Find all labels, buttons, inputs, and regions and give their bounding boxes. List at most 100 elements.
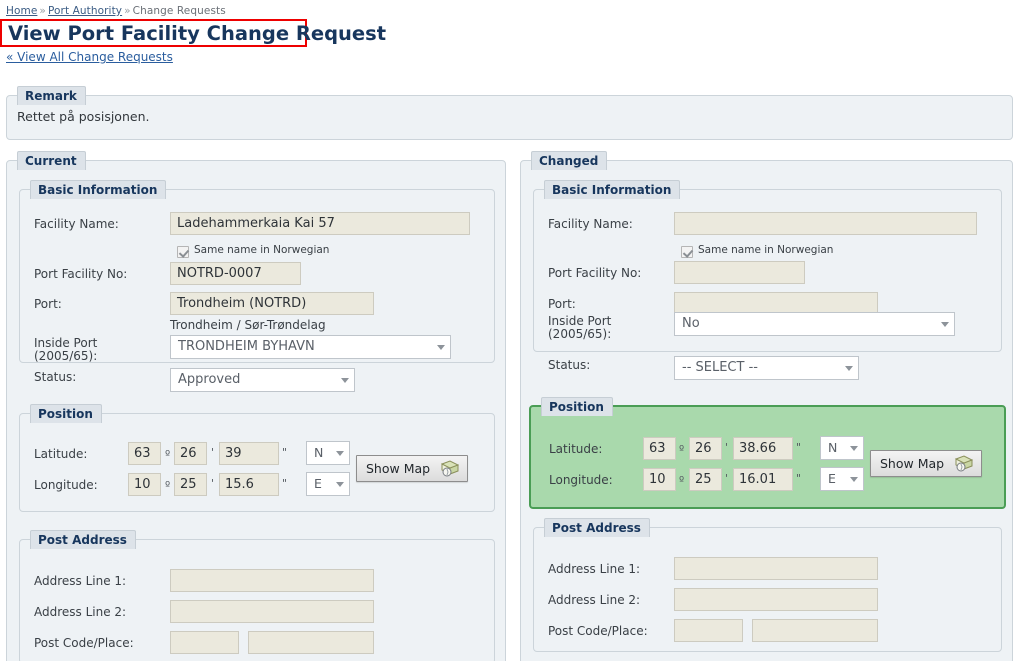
changed-inside-port-label-line2: (2005/65): [548,327,612,341]
current-inside-port-select-value: TRONDHEIM BYHAVN [178,339,315,354]
changed-latitude-minutes-field[interactable]: 26 [689,437,722,460]
current-place-field[interactable] [248,631,374,654]
current-post-address-section: Post Address Address Line 1: Address Lin… [19,530,495,661]
current-longitude-minute-symbol: ' [211,477,215,490]
page-title-highlight-box: View Port Facility Change Request [0,19,387,47]
current-latitude-minute-symbol: ' [211,446,215,459]
breadcrumb-separator-1: » [39,5,46,17]
current-latitude-seconds-field[interactable]: 39 [219,442,279,465]
current-status-select[interactable]: Approved [170,368,355,392]
changed-address-line-2-field[interactable] [674,588,878,611]
current-port-facility-no-label: Port Facility No: [34,267,128,281]
changed-position-legend: Position [541,397,613,416]
page-root: Home» Port Authority» Change Requests View… [0,0,1024,661]
changed-place-field[interactable] [752,619,878,642]
changed-longitude-label: Longitude: [549,473,613,487]
changed-longitude-degree-symbol: º [679,474,685,487]
same-name-norwegian-checkbox[interactable] [177,246,189,258]
current-inside-port-label-line2: (2005/65): [34,349,98,363]
remark-panel: Remark Rettet på posisjonen. [6,86,1013,140]
current-longitude-second-symbol: " [282,477,288,490]
current-longitude-direction-value: E [314,476,322,491]
current-latitude-minutes-field[interactable]: 26 [174,442,207,465]
changed-panel: Changed Basic Information Facility Name:… [520,151,1013,661]
changed-longitude-minutes-field[interactable]: 25 [689,468,722,491]
current-longitude-direction-select[interactable]: E [306,472,350,496]
changed-same-name-norwegian-label: Same name in Norwegian [698,244,834,256]
changed-latitude-degrees-field[interactable]: 63 [643,437,676,460]
changed-port-facility-no-field[interactable] [674,261,805,284]
changed-latitude-direction-select[interactable]: N [820,436,864,460]
current-port-label: Port: [34,297,62,311]
changed-longitude-second-symbol: " [796,472,802,485]
current-panel: Current Basic Information Facility Name:… [6,151,506,661]
changed-post-code-place-label: Post Code/Place: [548,624,648,638]
current-latitude-second-symbol: " [282,446,288,459]
current-legend: Current [17,151,86,170]
chevron-down-icon [850,446,858,451]
current-position-legend: Position [30,404,102,423]
current-position-section: Position Latitude: 63 º 26 ' 39 " N Long… [19,404,495,512]
changed-position-section: Position Latitude: 63 º 26 ' 38.66 " N L… [529,397,1006,509]
current-show-map-button[interactable]: Show Map [356,455,468,482]
changed-address-line-1-label: Address Line 1: [548,562,641,576]
breadcrumb-current-change-requests: Change Requests [132,5,226,17]
current-port-field[interactable]: Trondheim (NOTRD) [170,292,374,315]
current-longitude-degrees-field[interactable]: 10 [128,473,161,496]
changed-legend: Changed [531,151,608,170]
current-longitude-degree-symbol: º [165,479,171,492]
changed-latitude-seconds-field[interactable]: 38.66 [733,437,793,460]
same-name-norwegian-checkbox[interactable] [681,246,693,258]
changed-show-map-button[interactable]: Show Map [870,450,982,477]
changed-latitude-minute-symbol: ' [725,441,729,454]
changed-basic-information-legend: Basic Information [544,180,681,199]
changed-longitude-direction-select[interactable]: E [820,467,864,491]
current-longitude-minutes-field[interactable]: 25 [174,473,207,496]
changed-longitude-degrees-field[interactable]: 10 [643,468,676,491]
changed-post-address-section: Post Address Address Line 1: Address Lin… [533,518,1002,652]
changed-post-code-field[interactable] [674,619,743,642]
page-title: View Port Facility Change Request [8,22,387,45]
changed-post-address-legend: Post Address [544,518,650,537]
current-address-line-1-field[interactable] [170,569,374,592]
changed-latitude-direction-value: N [828,440,838,455]
current-inside-port-select[interactable]: TRONDHEIM BYHAVN [170,335,451,359]
current-same-name-norwegian-label: Same name in Norwegian [194,244,330,256]
current-show-map-label: Show Map [366,461,431,476]
current-latitude-direction-select[interactable]: N [306,441,350,465]
changed-facility-name-field[interactable] [674,212,977,235]
current-facility-name-field[interactable]: Ladehammerkaia Kai 57 [170,212,470,235]
changed-inside-port-label-line1: Inside Port [548,314,612,328]
changed-latitude-degree-symbol: º [679,443,685,456]
current-inside-port-label-line1: Inside Port [34,336,98,350]
chevron-down-icon [336,451,344,456]
breadcrumb-link-home[interactable]: Home [6,5,37,17]
current-basic-information-legend: Basic Information [30,180,167,199]
chevron-down-icon [437,345,445,350]
current-longitude-seconds-field[interactable]: 15.6 [219,473,279,496]
changed-address-line-2-label: Address Line 2: [548,593,641,607]
current-address-line-2-field[interactable] [170,600,374,623]
current-port-sublabel: Trondheim / Sør-Trøndelag [170,318,326,332]
changed-facility-name-label: Facility Name: [548,217,633,231]
current-status-select-value: Approved [178,372,241,387]
changed-status-select[interactable]: -- SELECT -- [674,356,859,380]
chevron-down-icon [850,477,858,482]
chevron-down-icon [341,378,349,383]
changed-latitude-second-symbol: " [796,441,802,454]
map-icon [953,454,975,474]
changed-inside-port-select[interactable]: No [674,312,955,336]
current-basic-information-section: Basic Information Facility Name: Ladeham… [19,180,495,392]
breadcrumb-link-port-authority[interactable]: Port Authority [48,5,122,17]
current-post-code-field[interactable] [170,631,239,654]
current-latitude-degrees-field[interactable]: 63 [128,442,161,465]
changed-latitude-label: Latitude: [549,442,603,456]
changed-longitude-seconds-field[interactable]: 16.01 [733,468,793,491]
current-post-address-legend: Post Address [30,530,136,549]
changed-basic-information-section: Basic Information Facility Name: Same na… [533,180,1002,380]
changed-address-line-1-field[interactable] [674,557,878,580]
remark-legend: Remark [17,86,86,105]
current-port-facility-no-field[interactable]: NOTRD-0007 [170,262,301,285]
changed-longitude-minute-symbol: ' [725,472,729,485]
view-all-change-requests-link[interactable]: « View All Change Requests [6,50,173,64]
